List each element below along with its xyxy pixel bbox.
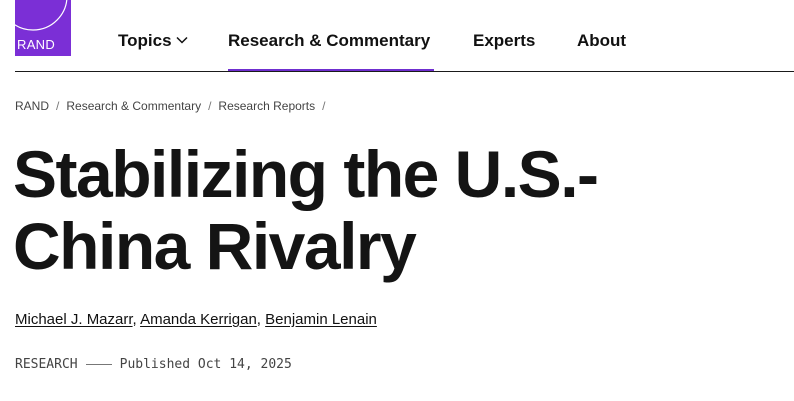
- breadcrumb-link-research-reports[interactable]: Research Reports: [218, 99, 315, 113]
- nav-item-topics[interactable]: Topics: [118, 31, 188, 51]
- breadcrumb-separator: /: [56, 99, 60, 113]
- author-link[interactable]: Amanda Kerrigan: [140, 311, 257, 328]
- main-nav: Topics Research & Commentary Experts Abo…: [0, 0, 794, 72]
- breadcrumb: RAND / Research & Commentary / Research Repo…: [15, 99, 332, 113]
- author-list: Michael J. Mazarr, Amanda Kerrigan, Benj…: [15, 311, 377, 328]
- breadcrumb-separator: /: [322, 99, 326, 113]
- nav-item-experts-label: Experts: [473, 31, 536, 50]
- published-date: Published Oct 14, 2025: [119, 357, 292, 372]
- nav-item-about-label: About: [577, 31, 627, 50]
- breadcrumb-link-research-commentary[interactable]: Research & Commentary: [66, 99, 201, 113]
- breadcrumb-link-rand[interactable]: RAND: [15, 99, 49, 113]
- nav-item-topics-label: Topics: [118, 31, 172, 50]
- nav-item-research-commentary-label: Research & Commentary: [228, 31, 431, 50]
- category-label: RESEARCH: [15, 357, 78, 372]
- nav-item-research-commentary[interactable]: Research & Commentary: [228, 31, 430, 51]
- page-title: Stabilizing the U.S.- China Rivalry: [13, 138, 713, 282]
- breadcrumb-separator: /: [208, 99, 212, 113]
- nav-item-about[interactable]: About: [577, 31, 626, 51]
- publication-meta: RESEARCH Published Oct 14, 2025: [15, 357, 292, 372]
- nav-item-experts[interactable]: Experts: [473, 31, 535, 51]
- nav-divider: [15, 71, 794, 72]
- author-separator: ,: [132, 311, 141, 328]
- page-title-line-2: China Rivalry: [13, 209, 417, 283]
- author-link[interactable]: Michael J. Mazarr: [15, 311, 133, 328]
- author-link[interactable]: Benjamin Lenain: [265, 311, 377, 328]
- author-separator: ,: [256, 311, 266, 328]
- chevron-down-icon: [176, 36, 188, 44]
- page-title-line-1: Stabilizing the U.S.-: [13, 137, 599, 211]
- meta-divider: [85, 364, 112, 365]
